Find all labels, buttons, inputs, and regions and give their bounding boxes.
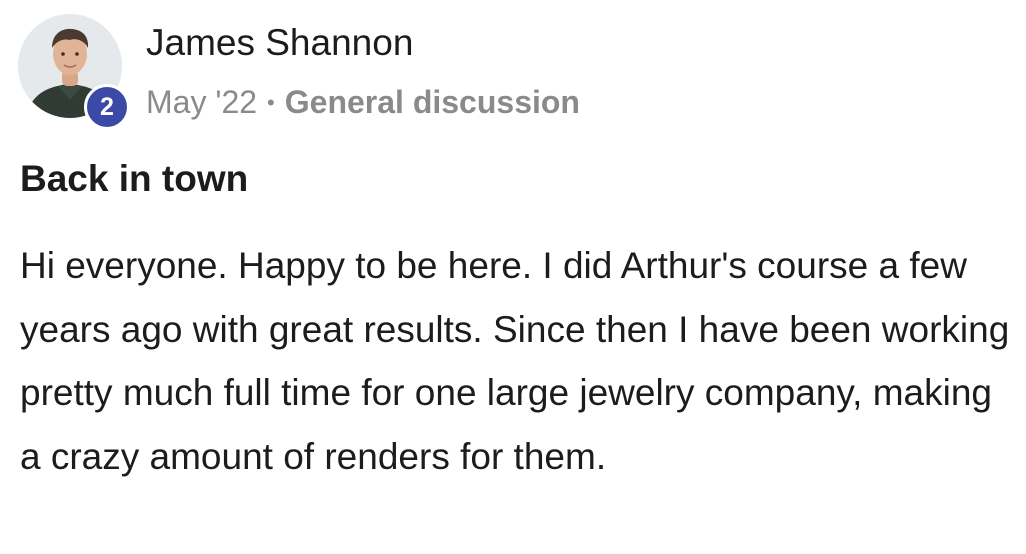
level-number: 2 [100, 92, 114, 121]
author-name[interactable]: James Shannon [146, 22, 413, 64]
author-avatar-group[interactable]: 2 [18, 14, 130, 132]
meta-separator: • [267, 89, 275, 115]
post-meta: May '22 • General discussion [146, 84, 580, 121]
level-badge: 2 [84, 84, 130, 130]
post-category[interactable]: General discussion [285, 84, 580, 121]
post-body: Hi everyone. Happy to be here. I did Art… [20, 245, 1010, 477]
post-title: Back in town [20, 158, 249, 199]
community-post: 2 James Shannon May '22 • General discus… [0, 0, 1026, 554]
post-date: May '22 [146, 84, 258, 120]
